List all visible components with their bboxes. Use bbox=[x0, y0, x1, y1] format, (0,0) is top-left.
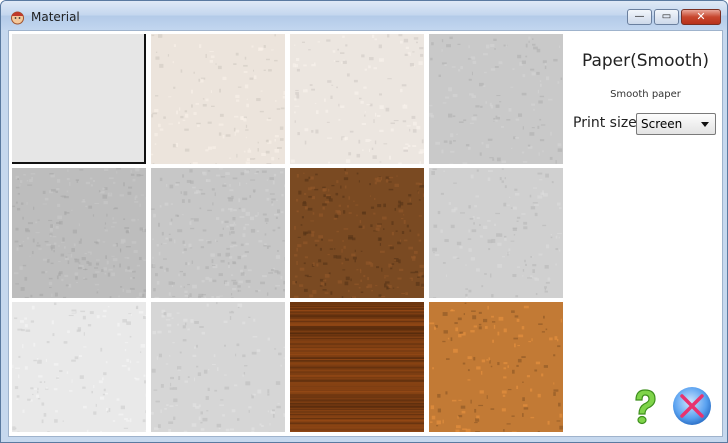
material-tile-blank[interactable] bbox=[12, 34, 146, 164]
print-size-value: Screen bbox=[641, 117, 683, 131]
material-detail-panel: Paper(Smooth) Smooth paper Print size Sc… bbox=[569, 31, 722, 436]
app-icon bbox=[11, 11, 24, 25]
material-tile-wood-dark[interactable] bbox=[290, 302, 424, 432]
print-size-select[interactable]: Screen bbox=[636, 113, 716, 135]
material-title: Paper(Smooth) bbox=[581, 51, 709, 71]
material-tile-canvas-coarse[interactable] bbox=[151, 168, 285, 298]
texture-pattern bbox=[429, 168, 562, 298]
material-grid bbox=[12, 34, 567, 434]
material-tile-canvas-fine[interactable] bbox=[12, 168, 146, 298]
caption-buttons: — ▭ ✕ bbox=[627, 9, 721, 25]
question-mark-icon bbox=[635, 389, 656, 425]
texture-pattern bbox=[151, 34, 285, 164]
close-window-button[interactable]: ✕ bbox=[681, 9, 721, 25]
material-window: Material — ▭ ✕ Paper(Smooth) Smooth pape… bbox=[0, 0, 728, 443]
material-tile-cream-2[interactable] bbox=[290, 34, 424, 164]
material-description: Smooth paper bbox=[610, 89, 681, 100]
close-icon: ✕ bbox=[696, 10, 706, 23]
help-button[interactable] bbox=[627, 386, 663, 426]
maximize-button[interactable]: ▭ bbox=[654, 9, 679, 25]
texture-pattern bbox=[12, 302, 146, 432]
texture-pattern bbox=[151, 302, 285, 432]
texture-pattern bbox=[429, 36, 563, 164]
texture-pattern bbox=[290, 34, 424, 164]
client-area: Paper(Smooth) Smooth paper Print size Sc… bbox=[8, 30, 723, 437]
title-bar[interactable]: Material — ▭ ✕ bbox=[1, 1, 727, 30]
material-tile-grey-crinkle[interactable] bbox=[429, 34, 563, 164]
maximize-icon: ▭ bbox=[661, 11, 672, 22]
texture-pattern bbox=[292, 168, 424, 298]
material-tile-plaster-white[interactable] bbox=[12, 302, 146, 432]
window-title: Material bbox=[31, 10, 80, 24]
minimize-icon: — bbox=[634, 11, 645, 22]
print-size-label: Print size bbox=[573, 115, 637, 131]
x-close-icon bbox=[673, 387, 711, 425]
texture-pattern bbox=[429, 302, 563, 432]
material-tile-cream-1[interactable] bbox=[151, 34, 285, 164]
material-tile-cork-orange[interactable] bbox=[429, 302, 563, 432]
texture-pattern bbox=[290, 302, 424, 432]
chevron-down-icon bbox=[701, 122, 709, 127]
material-tile-stucco-light[interactable] bbox=[151, 302, 285, 432]
minimize-button[interactable]: — bbox=[627, 9, 652, 25]
material-tile-stucco-grey[interactable] bbox=[429, 168, 563, 298]
texture-pattern bbox=[151, 168, 285, 298]
cancel-button[interactable] bbox=[671, 385, 713, 427]
material-tile-burlap-brown[interactable] bbox=[290, 168, 424, 298]
texture-pattern bbox=[12, 168, 146, 298]
